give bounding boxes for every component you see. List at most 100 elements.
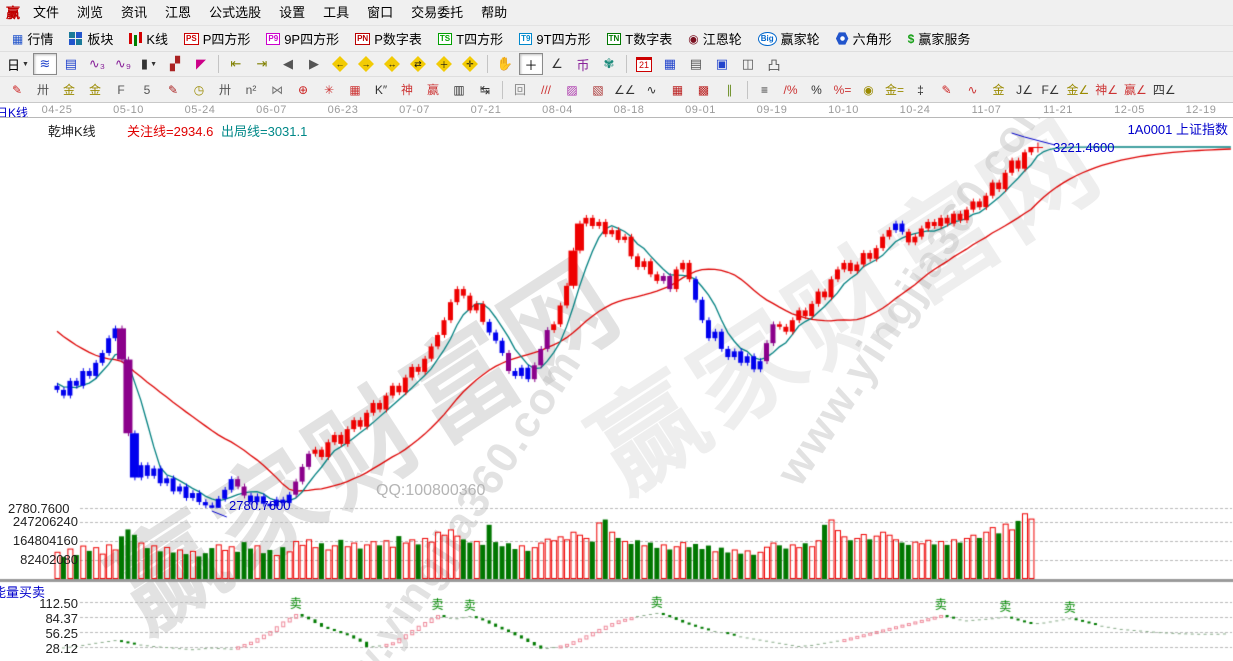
notes-button[interactable]: ▤ <box>684 53 708 75</box>
percent-tool[interactable]: % <box>805 79 829 101</box>
five-grid-tool[interactable]: 5 <box>135 79 159 101</box>
percent-retrace-tool[interactable]: /% <box>779 79 803 101</box>
menu-item-交易委托[interactable]: 交易委托 <box>402 0 472 25</box>
quickbar-t-number-table-button[interactable]: TNT数字表 <box>599 27 681 51</box>
wave-analysis-button[interactable]: ✾ <box>597 53 621 75</box>
width-measure-tool[interactable]: ↹ <box>473 79 497 101</box>
zoom-left-button[interactable]: ← <box>328 53 352 75</box>
wave-range-tool[interactable]: ∿ <box>961 79 985 101</box>
gold-grid-tool[interactable]: 金 <box>57 79 81 101</box>
f-angle-tool[interactable]: F∠ <box>1039 79 1063 101</box>
t9-square-icon: T9 <box>519 33 532 45</box>
n-square-tool-icon: n² <box>246 83 257 97</box>
zigzag-tool[interactable]: ∿ <box>640 79 664 101</box>
red-brush-tool[interactable]: ✎ <box>161 79 185 101</box>
ying-angle-tool[interactable]: 赢∠ <box>1122 79 1149 101</box>
gann-box-tool[interactable]: ▦ <box>666 79 690 101</box>
expand-horizontal-button[interactable]: ↔ <box>380 53 404 75</box>
parallel-channel-tool[interactable]: ∥ <box>718 79 742 101</box>
kline-style-button[interactable]: ▮▼ <box>137 53 161 75</box>
gann-box2-tool[interactable]: ▩ <box>692 79 716 101</box>
save-button[interactable]: ▣ <box>710 53 734 75</box>
menu-item-公式选股[interactable]: 公式选股 <box>200 0 270 25</box>
red-pen-tool[interactable]: ✎ <box>935 79 959 101</box>
quickbar-t9-square-button[interactable]: T99T四方形 <box>511 27 599 51</box>
gold-underline-tool[interactable]: 金 <box>987 79 1011 101</box>
print-button[interactable]: 凸 <box>762 53 786 75</box>
menu-item-窗口[interactable]: 窗口 <box>358 0 402 25</box>
compass-target-tool[interactable]: ⊕ <box>291 79 315 101</box>
gold-grid2-tool[interactable]: 金 <box>83 79 107 101</box>
shen-angle-tool[interactable]: 神∠ <box>1093 79 1120 101</box>
n-square-tool[interactable]: n² <box>239 79 263 101</box>
network-button[interactable]: ◫ <box>736 53 760 75</box>
quickbar-kline-button[interactable]: K线 <box>121 27 176 51</box>
next-bar-button[interactable]: ▶ <box>302 53 326 75</box>
menu-item-江恩[interactable]: 江恩 <box>156 0 200 25</box>
f10-info-button[interactable]: ▤ <box>59 53 83 75</box>
percent-line-tool[interactable]: %= <box>831 79 855 101</box>
main-chart-canvas[interactable] <box>0 118 1233 661</box>
quickbar-hexagon-button[interactable]: 六角形 <box>828 27 900 51</box>
paint-brush-tool[interactable]: ✎ <box>5 79 29 101</box>
quickbar-sectors-button[interactable]: 板块 <box>61 27 121 51</box>
volume-profile-button[interactable]: ◤ <box>189 53 213 75</box>
quickbar-p9-square-button[interactable]: P99P四方形 <box>258 27 347 51</box>
period-day-button[interactable]: 日▼ <box>5 53 31 75</box>
swap-range-button[interactable]: ⇄ <box>406 53 430 75</box>
expand-all-button[interactable]: ✛ <box>458 53 482 75</box>
multi-angle-tool[interactable]: ∠∠ <box>612 79 638 101</box>
quickbar-p-square-button[interactable]: PSP四方形 <box>176 27 258 51</box>
ruler-123-tool[interactable]: ▥ <box>447 79 471 101</box>
gold-line-tool[interactable]: 金= <box>883 79 907 101</box>
rect-grid-tool[interactable]: ▦ <box>343 79 367 101</box>
j-angle-tool[interactable]: J∠ <box>1013 79 1037 101</box>
first-bar-button[interactable]: ⇤ <box>224 53 248 75</box>
angle-measure-button[interactable]: ∠ <box>545 53 569 75</box>
caliper-tool[interactable]: ‡ <box>909 79 933 101</box>
time-cycle-tool[interactable]: ◷ <box>187 79 211 101</box>
small-grid-tool[interactable]: 卅 <box>213 79 237 101</box>
star-rays-tool[interactable]: ✳ <box>317 79 341 101</box>
menu-item-帮助[interactable]: 帮助 <box>472 0 516 25</box>
fan-box-tool[interactable]: ▨ <box>560 79 584 101</box>
calendar-button[interactable]: 21 <box>632 53 656 75</box>
chart-3min-button[interactable]: ∿₃ <box>85 53 109 75</box>
quickbar-t-square-button[interactable]: TST四方形 <box>430 27 511 51</box>
f10-info-button-icon: ▤ <box>65 56 77 72</box>
levels-tool[interactable]: ≡ <box>753 79 777 101</box>
quickbar-market-quotes-button[interactable]: ▦行情 <box>4 27 61 51</box>
f-grid-tool[interactable]: F <box>109 79 133 101</box>
rect-select-tool[interactable]: 回 <box>508 79 532 101</box>
gann-square-button[interactable]: 币 <box>571 53 595 75</box>
prev-bar-button[interactable]: ◀ <box>276 53 300 75</box>
quickbar-winner-service-button[interactable]: $赢家服务 <box>900 27 979 51</box>
mirror-fold-tool[interactable]: ⋈ <box>265 79 289 101</box>
shen-tool[interactable]: 神 <box>395 79 419 101</box>
menu-item-浏览[interactable]: 浏览 <box>68 0 112 25</box>
ying-tool[interactable]: 赢 <box>421 79 445 101</box>
price-grid-tool[interactable]: 卅 <box>31 79 55 101</box>
ray-fan-tool[interactable]: /// <box>534 79 558 101</box>
quickbar-gann-wheel-button[interactable]: ◉江恩轮 <box>680 27 750 51</box>
k-quote-tool[interactable]: K″ <box>369 79 393 101</box>
pan-hand-button[interactable]: ✋ <box>493 53 517 75</box>
chart-9min-button[interactable]: ∿₉ <box>111 53 135 75</box>
fan-box2-tool[interactable]: ▧ <box>586 79 610 101</box>
gold-circle-tool[interactable]: ◉ <box>857 79 881 101</box>
compress-view-button[interactable]: ＋ <box>432 53 456 75</box>
crosshair-button[interactable]: ＋ <box>519 53 543 75</box>
menu-item-设置[interactable]: 设置 <box>270 0 314 25</box>
quickbar-winner-wheel-button[interactable]: Big赢家轮 <box>750 27 828 51</box>
zoom-right-button[interactable]: → <box>354 53 378 75</box>
last-bar-button[interactable]: ⇥ <box>250 53 274 75</box>
timeshare-chart-button[interactable]: ≋ <box>33 53 57 75</box>
chip-distribution-button[interactable]: ▞ <box>163 53 187 75</box>
si-angle-tool[interactable]: 四∠ <box>1151 79 1178 101</box>
menu-item-资讯[interactable]: 资讯 <box>112 0 156 25</box>
calculator-button[interactable]: ▦ <box>658 53 682 75</box>
gold-angle-tool[interactable]: 金∠ <box>1065 79 1092 101</box>
quickbar-p-number-table-button[interactable]: PNP数字表 <box>347 27 430 51</box>
menu-item-文件[interactable]: 文件 <box>24 0 68 25</box>
menu-item-工具[interactable]: 工具 <box>314 0 358 25</box>
